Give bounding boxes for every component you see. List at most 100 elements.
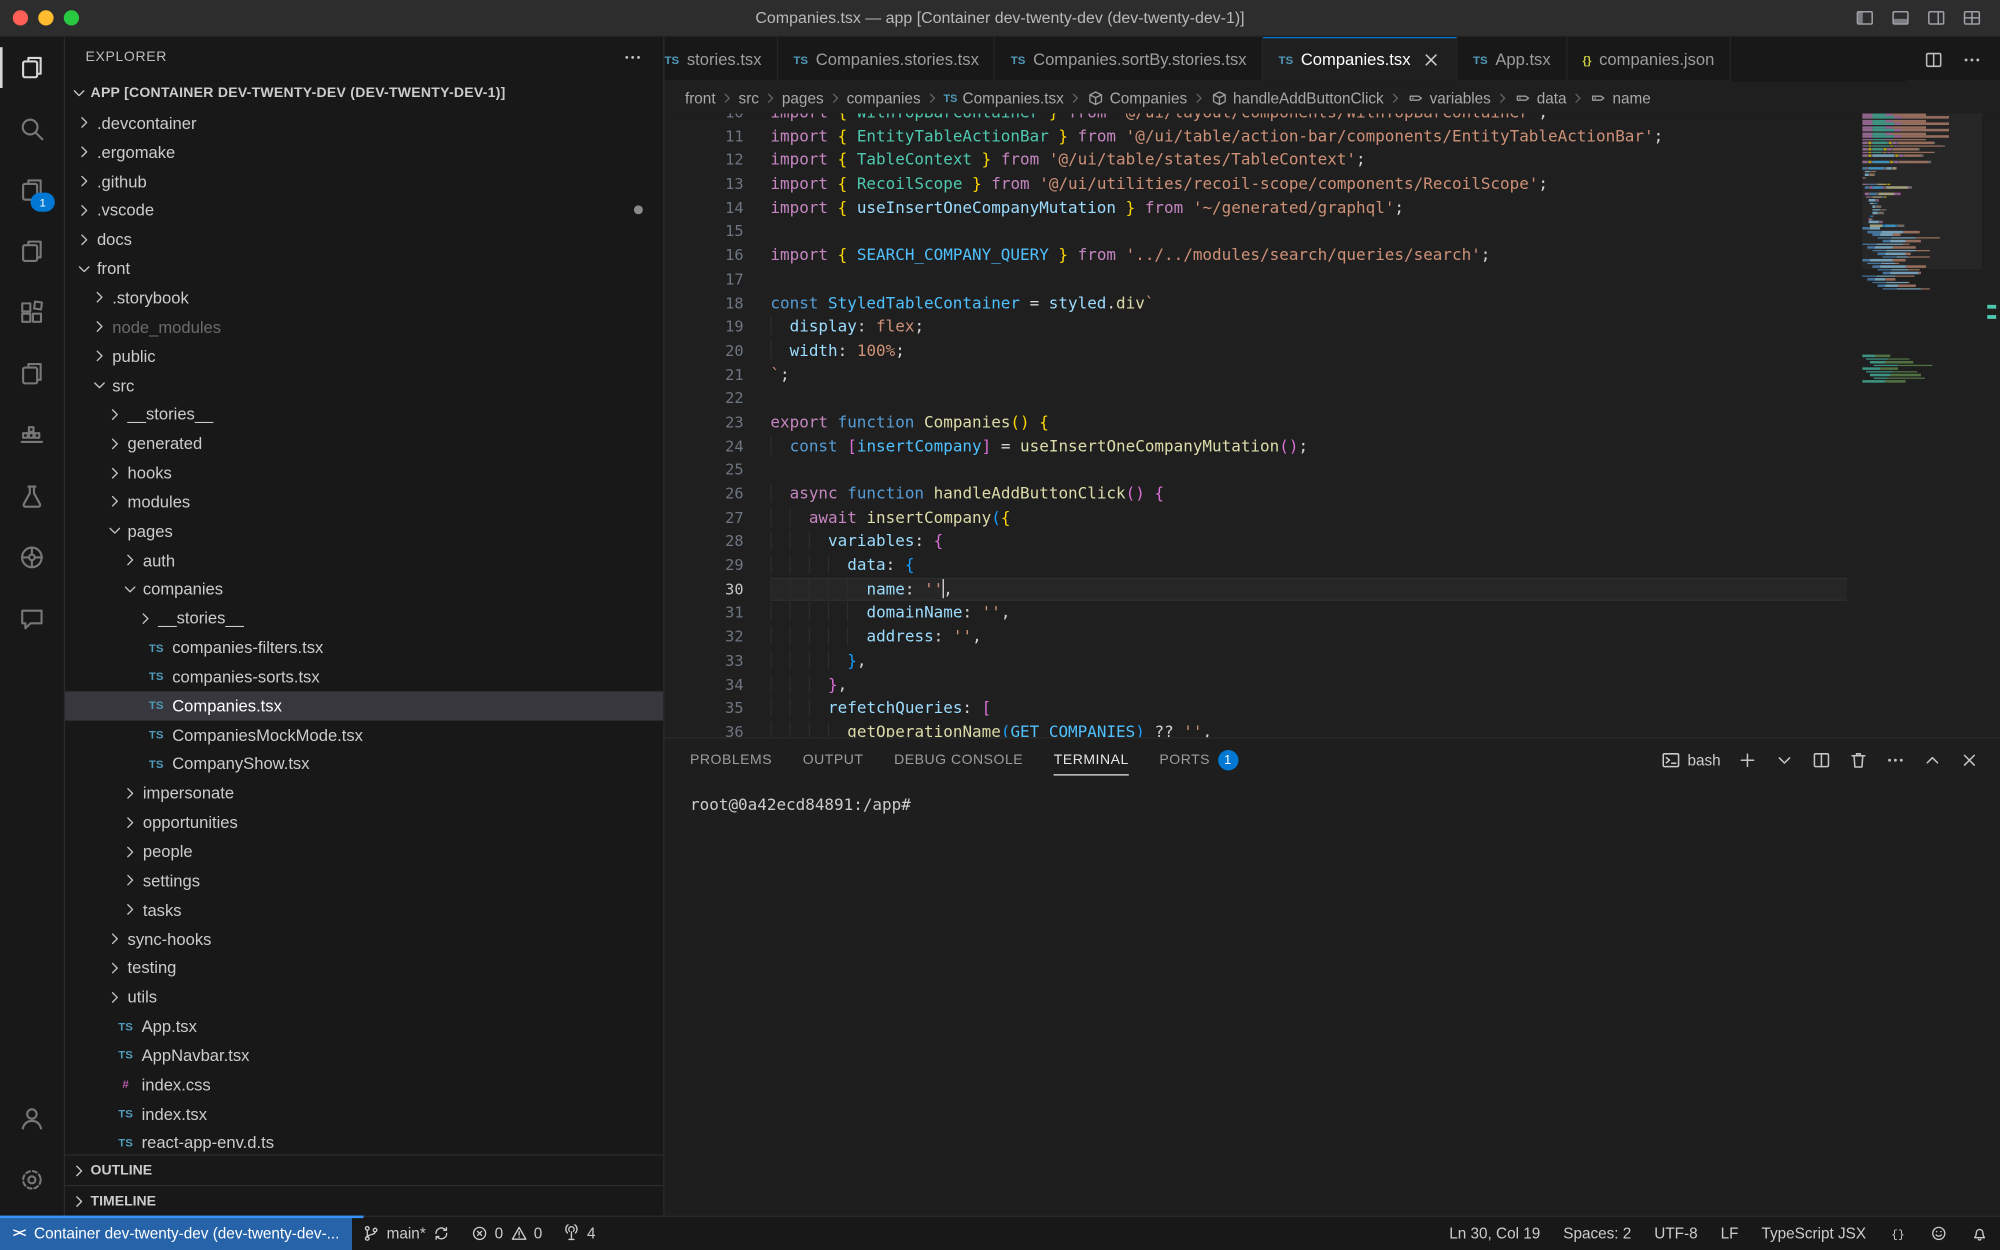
split-editor-icon[interactable] [1923,49,1943,69]
activity-bar-run-debug[interactable] [0,221,64,282]
activity-bar-source-control[interactable]: 1 [0,159,64,220]
tree-item-front[interactable]: front [65,254,663,283]
tree-item-src[interactable]: src [65,371,663,400]
activity-bar-comment[interactable] [0,588,64,649]
editor-tab-companies-tsx[interactable]: TSCompanies.tsx [1263,37,1458,82]
explorer-section-header[interactable]: APP [CONTAINER DEV-TWENTY-DEV (DEV-TWENT… [65,78,663,109]
tree-item-public[interactable]: public [65,342,663,371]
tree-item-modules[interactable]: modules [65,487,663,516]
status-language-mode[interactable]: TypeScript JSX [1750,1217,1878,1250]
close-window-button[interactable] [13,10,28,25]
tree-item--vscode[interactable]: .vscode [65,196,663,225]
split-terminal-icon[interactable] [1811,750,1831,770]
activity-bar-explorer[interactable] [0,37,64,98]
sidebar-section-timeline[interactable]: TIMELINE [65,1185,663,1216]
tree-item-appnavbar-tsx[interactable]: TSAppNavbar.tsx [65,1041,663,1070]
status-eol[interactable]: LF [1709,1217,1750,1250]
sync-icon[interactable] [432,1224,450,1242]
zoom-window-button[interactable] [64,10,79,25]
tree-item-react-app-env-d-ts[interactable]: TSreact-app-env.d.ts [65,1128,663,1154]
terminal-dropdown-icon[interactable] [1774,750,1794,770]
breadcrumb-src[interactable]: src [739,89,759,107]
breadcrumb-variables[interactable]: variables [1407,89,1491,107]
tree-item--stories-[interactable]: __stories__ [65,400,663,429]
customize-layout-icon[interactable] [1962,8,1982,28]
tree-item-sync-hooks[interactable]: sync-hooks [65,924,663,953]
sidebar-section-outline[interactable]: OUTLINE [65,1154,663,1185]
tree-item-utils[interactable]: utils [65,983,663,1012]
activity-bar-beaker[interactable] [0,466,64,527]
breadcrumb-companies[interactable]: Companies [1087,89,1187,107]
tree-item-people[interactable]: people [65,837,663,866]
minimize-window-button[interactable] [38,10,53,25]
tree-item-hooks[interactable]: hooks [65,458,663,487]
editor-tab-app-tsx[interactable]: TSApp.tsx [1458,37,1568,82]
tree-item-impersonate[interactable]: impersonate [65,779,663,808]
toggle-panel-icon[interactable] [1890,8,1910,28]
tree-item-testing[interactable]: testing [65,953,663,982]
ports-indicator[interactable]: 4 [553,1217,606,1250]
tree-item--ergomake[interactable]: .ergomake [65,138,663,167]
editor-tab-companies-stories-tsx[interactable]: TSCompanies.stories.tsx [778,37,995,82]
tree-item--devcontainer[interactable]: .devcontainer [65,108,663,137]
breadcrumb-companies[interactable]: companies [847,89,921,107]
tree-item-tasks[interactable]: tasks [65,895,663,924]
editor-tab-stories-tsx[interactable]: TSstories.tsx [665,37,779,82]
remote-indicator[interactable]: >< Container dev-twenty-dev (dev-twenty-… [0,1217,352,1250]
tree-item-pages[interactable]: pages [65,516,663,545]
problems-indicator[interactable]: 0 0 [460,1217,552,1250]
status-notifications[interactable] [1959,1217,2000,1250]
status-indentation[interactable]: Spaces: 2 [1552,1217,1643,1250]
panel-tab-terminal[interactable]: TERMINAL [1054,739,1129,782]
branch-indicator[interactable]: main* [352,1217,460,1250]
new-terminal-icon[interactable] [1737,750,1757,770]
activity-bar-accounts[interactable] [0,1088,64,1149]
close-tab-icon[interactable] [1421,49,1441,69]
tree-item-index-tsx[interactable]: TSindex.tsx [65,1099,663,1128]
tree-item-index-css[interactable]: #index.css [65,1070,663,1099]
activity-bar-docker[interactable] [0,404,64,465]
activity-bar-search[interactable] [0,98,64,159]
activity-bar-extensions[interactable] [0,282,64,343]
tree-item--storybook[interactable]: .storybook [65,283,663,312]
breadcrumb-front[interactable]: front [685,89,716,107]
tree-item-node-modules[interactable]: node_modules [65,312,663,341]
explorer-more-actions-icon[interactable] [622,47,642,67]
status-cursor-position[interactable]: Ln 30, Col 19 [1438,1217,1552,1250]
activity-bar-remote-explorer[interactable] [0,343,64,404]
tree-item-companies-tsx[interactable]: TSCompanies.tsx [65,691,663,720]
activity-bar-settings[interactable] [0,1149,64,1210]
tree-item-docs[interactable]: docs [65,225,663,254]
shell-picker[interactable]: bash [1661,750,1721,770]
status-encoding[interactable]: UTF-8 [1643,1217,1709,1250]
tree-item--stories-[interactable]: __stories__ [65,604,663,633]
close-panel-icon[interactable] [1959,750,1979,770]
panel-tab-ports[interactable]: PORTS1 [1159,739,1238,782]
panel-tab-problems[interactable]: PROBLEMS [690,739,772,782]
breadcrumb-data[interactable]: data [1514,89,1567,107]
code-editor[interactable]: 10import { WithTopBarContainer } from '@… [665,114,2000,738]
tree-item-generated[interactable]: generated [65,429,663,458]
tree-item-companies[interactable]: companies [65,575,663,604]
tree-item-companiesmockmode-tsx[interactable]: TSCompaniesMockMode.tsx [65,720,663,749]
tree-item-opportunities[interactable]: opportunities [65,808,663,837]
editor-tab-companies-json[interactable]: {}companies.json [1567,37,1731,82]
tree-item-companyshow-tsx[interactable]: TSCompanyShow.tsx [65,749,663,778]
tree-item-settings[interactable]: settings [65,866,663,895]
status-feedback[interactable] [1918,1217,1959,1250]
editor-tab-companies-sortby-stories-tsx[interactable]: TSCompanies.sortBy.stories.tsx [995,37,1263,82]
panel-tab-output[interactable]: OUTPUT [803,739,864,782]
breadcrumb-pages[interactable]: pages [782,89,824,107]
terminal-output[interactable]: root@0a42ecd84891:/app# [665,782,2000,1216]
breadcrumb-name[interactable]: name [1590,89,1651,107]
editor-more-actions-icon[interactable] [1962,49,1982,69]
breadcrumb-handleaddbuttonclick[interactable]: handleAddButtonClick [1210,89,1384,107]
maximize-panel-icon[interactable] [1922,750,1942,770]
panel-tab-debug-console[interactable]: DEBUG CONSOLE [894,739,1023,782]
status-language-status[interactable]: {} [1878,1217,1919,1250]
breadcrumb-companies-tsx[interactable]: TSCompanies.tsx [944,89,1064,107]
toggle-secondary-sidebar-icon[interactable] [1926,8,1946,28]
minimap[interactable] [1862,114,1982,738]
toggle-sidebar-icon[interactable] [1855,8,1875,28]
kill-terminal-icon[interactable] [1848,750,1868,770]
